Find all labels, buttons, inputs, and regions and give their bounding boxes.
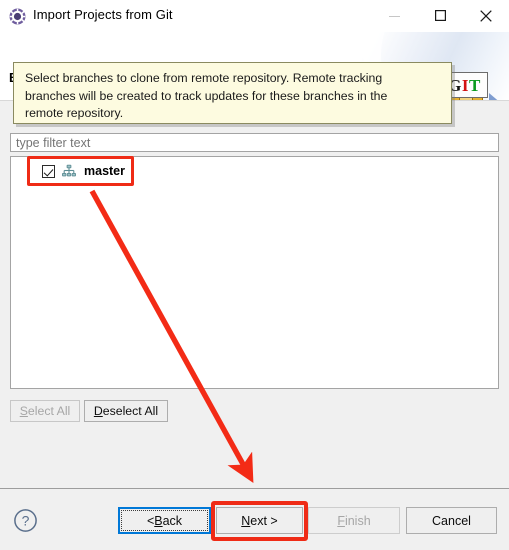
title-bar: Import Projects from Git: [0, 0, 509, 32]
back-button-label: ack: [162, 513, 183, 528]
deselect-all-label: eselect All: [102, 404, 159, 418]
info-line-1: Select branches to clone from remote rep…: [25, 71, 383, 85]
next-button[interactable]: Next >: [216, 507, 303, 534]
close-icon: [480, 9, 492, 22]
deselect-all-button[interactable]: Deselect All: [84, 400, 168, 422]
select-all-mnemonic: S: [19, 404, 28, 418]
svg-text:?: ?: [22, 513, 30, 529]
close-button[interactable]: [463, 0, 509, 31]
branch-tree[interactable]: master: [10, 156, 499, 389]
info-tooltip-panel: Select branches to clone from remote rep…: [13, 62, 452, 124]
git-logo-t: T: [469, 75, 481, 95]
deselect-all-mnemonic: D: [93, 404, 103, 418]
back-button-prefix: <: [146, 513, 155, 528]
maximize-icon: [434, 10, 446, 21]
select-all-button[interactable]: Select All: [10, 400, 80, 422]
next-button-label: ext >: [250, 513, 278, 528]
filter-input[interactable]: [10, 133, 499, 152]
cancel-button[interactable]: Cancel: [406, 507, 497, 534]
git-logo-i: I: [461, 75, 469, 95]
select-all-label: elect All: [27, 404, 71, 418]
maximize-button[interactable]: [417, 0, 463, 31]
back-button-focus-ring: < Back: [121, 510, 208, 531]
eclipse-gear-icon: [9, 8, 26, 25]
window-title: Import Projects from Git: [33, 7, 173, 22]
finish-button[interactable]: Finish: [308, 507, 400, 534]
cancel-button-label: Cancel: [432, 513, 471, 528]
branch-label: master: [84, 164, 125, 178]
info-line-2: branches will be created to track update…: [25, 88, 388, 103]
finish-button-mnemonic: F: [337, 513, 345, 528]
minimize-icon: [388, 15, 400, 17]
back-button[interactable]: < Back: [118, 507, 211, 534]
back-button-mnemonic: B: [154, 513, 163, 528]
git-branch-icon: [62, 164, 76, 177]
finish-button-label: inish: [344, 513, 371, 528]
tree-row-master[interactable]: master: [12, 160, 212, 182]
branch-checkbox[interactable]: [42, 164, 55, 178]
help-icon[interactable]: ?: [13, 508, 38, 533]
info-line-3: remote repository.: [25, 106, 124, 120]
next-button-mnemonic: N: [241, 513, 251, 528]
minimize-button[interactable]: [371, 0, 417, 31]
